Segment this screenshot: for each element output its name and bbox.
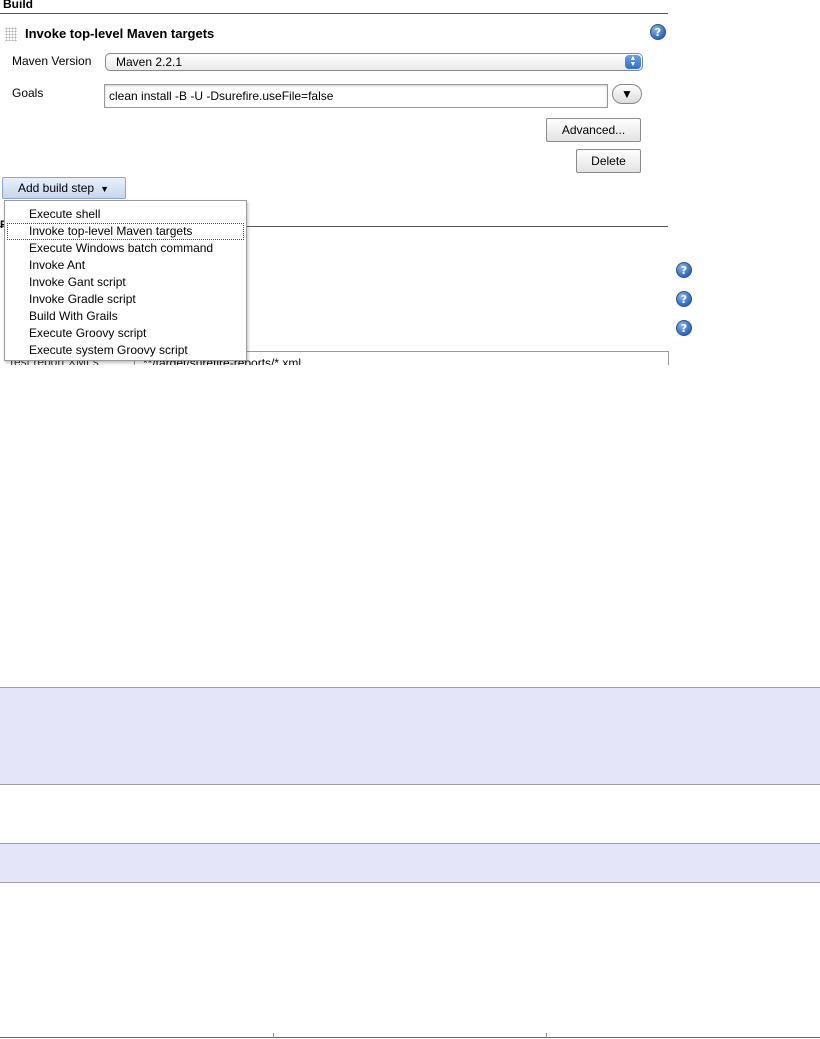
help-icon[interactable]: ? bbox=[650, 24, 666, 40]
footer-divider bbox=[0, 1037, 820, 1038]
build-step-menu: Execute shell Invoke top-level Maven tar… bbox=[4, 200, 247, 361]
footer-column-divider bbox=[546, 1033, 547, 1038]
advanced-button[interactable]: Advanced... bbox=[546, 118, 641, 142]
section-divider bbox=[0, 13, 668, 14]
maven-version-select[interactable]: Maven 2.2.1 ▲ ▼ bbox=[105, 53, 643, 71]
goals-label: Goals bbox=[12, 86, 44, 100]
help-icon[interactable]: ? bbox=[676, 320, 692, 336]
goals-input[interactable]: clean install -B -U -Dsurefire.useFile=f… bbox=[104, 84, 608, 108]
add-build-step-label: Add build step bbox=[18, 181, 95, 195]
expand-textarea-button[interactable]: ▼ bbox=[612, 84, 642, 104]
chevron-down-icon: ▼ bbox=[621, 87, 633, 101]
delete-button[interactable]: Delete bbox=[576, 149, 641, 173]
menu-item-invoke-maven[interactable]: Invoke top-level Maven targets bbox=[7, 223, 244, 240]
menu-item-system-groovy-script[interactable]: Execute system Groovy script bbox=[7, 342, 244, 359]
content-band bbox=[0, 687, 820, 785]
menu-item-gradle-script[interactable]: Invoke Gradle script bbox=[7, 291, 244, 308]
content-band bbox=[0, 843, 820, 883]
maven-version-value: Maven 2.2.1 bbox=[116, 55, 183, 69]
help-icon[interactable]: ? bbox=[676, 291, 692, 307]
help-icon[interactable]: ? bbox=[676, 262, 692, 278]
help-glyph: ? bbox=[654, 25, 662, 39]
menu-item-execute-shell[interactable]: Execute shell bbox=[7, 206, 244, 223]
maven-version-label: Maven Version bbox=[12, 54, 92, 68]
menu-item-windows-batch[interactable]: Execute Windows batch command bbox=[7, 240, 244, 257]
caret-down-icon: ▼ bbox=[100, 184, 109, 194]
menu-item-grails[interactable]: Build With Grails bbox=[7, 308, 244, 325]
footer-column-divider bbox=[273, 1033, 274, 1038]
drag-handle-icon[interactable] bbox=[5, 27, 17, 41]
section-title-build: Build bbox=[3, 0, 33, 11]
menu-item-groovy-script[interactable]: Execute Groovy script bbox=[7, 325, 244, 342]
menu-item-gant-script[interactable]: Invoke Gant script bbox=[7, 274, 244, 291]
add-build-step-button[interactable]: Add build step ▼ bbox=[2, 177, 126, 199]
updown-arrows-icon: ▲ ▼ bbox=[625, 55, 641, 69]
menu-item-invoke-ant[interactable]: Invoke Ant bbox=[7, 257, 244, 274]
build-step-title: Invoke top-level Maven targets bbox=[25, 26, 215, 41]
